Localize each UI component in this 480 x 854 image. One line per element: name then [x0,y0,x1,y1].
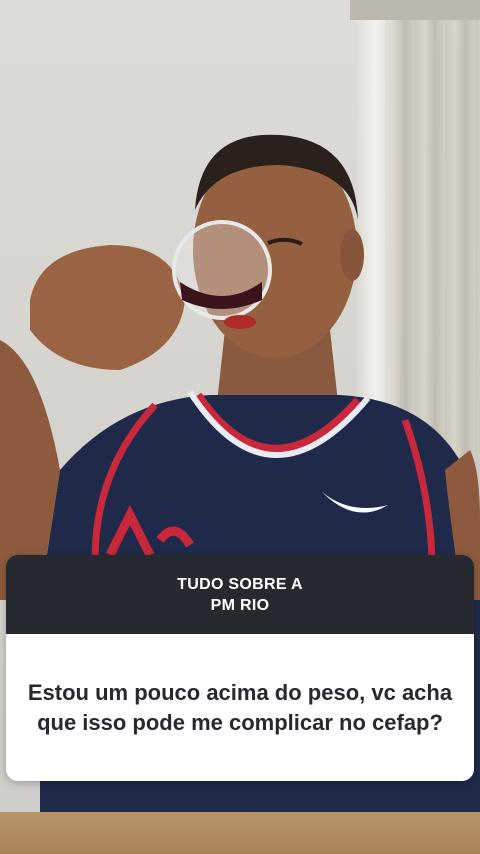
ear [340,229,364,281]
mouth [224,315,256,329]
question-text: Estou um pouco acima do peso, vc acha qu… [27,679,453,735]
question-sticker-title-line2: PM RIO [210,596,270,614]
curtain-rail [350,0,480,20]
story-screen: TUDO SOBRE A PM RIO Estou um pouco acima… [0,0,480,854]
table-edge [0,812,480,854]
question-sticker-title-line1: TUDO SOBRE A [177,575,303,593]
hand [30,245,185,370]
question-sticker[interactable]: TUDO SOBRE A PM RIO Estou um pouco acima… [6,555,474,781]
question-sticker-header: TUDO SOBRE A PM RIO [6,555,474,634]
question-sticker-body: Estou um pouco acima do peso, vc acha qu… [6,634,474,781]
